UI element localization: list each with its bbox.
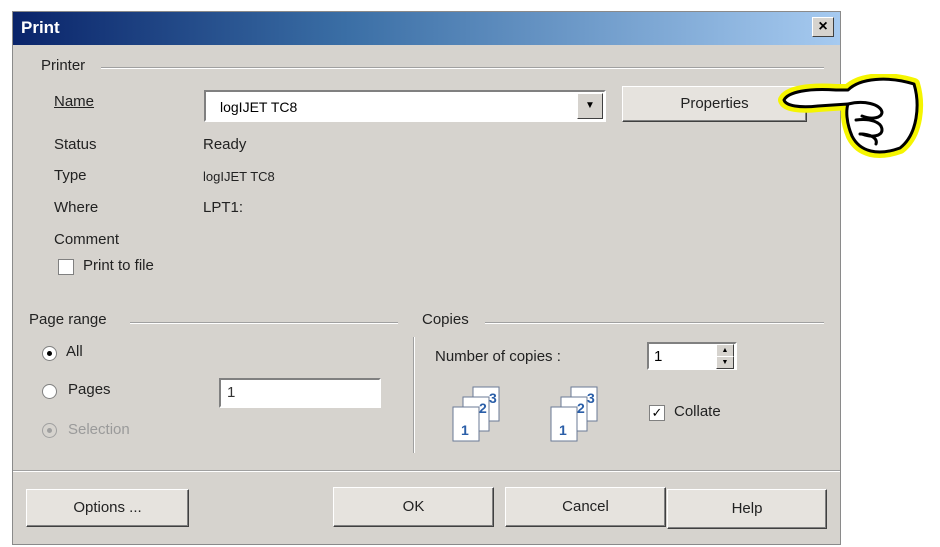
close-button[interactable]: × — [812, 17, 834, 37]
copies-stepper[interactable]: 1 ▲ ▼ — [647, 342, 737, 370]
page-range-group-divider — [130, 322, 398, 324]
comment-label: Comment — [54, 231, 120, 248]
cancel-button[interactable]: Cancel — [505, 487, 666, 527]
radio-selected-dot — [47, 351, 52, 356]
chevron-down-icon[interactable]: ▼ — [577, 93, 603, 119]
name-label: Name — [54, 93, 95, 110]
print-to-file-label: Print to file — [83, 257, 154, 274]
printer-name-select[interactable]: logIJET TC8 ▼ — [204, 90, 606, 122]
printer-group-label: Printer — [41, 57, 86, 74]
where-value: LPT1: — [203, 199, 244, 216]
page-digit-3: 3 — [587, 390, 595, 406]
copies-group-label: Copies — [422, 311, 469, 328]
selection-label: Selection — [68, 421, 130, 438]
radio-disabled-dot — [47, 428, 52, 433]
printer-group-divider — [101, 67, 824, 69]
pages-input-value: 1 — [227, 384, 236, 401]
copies-pages-icon: 3 2 1 — [452, 386, 500, 442]
number-of-copies-label: Number of copies : — [435, 348, 561, 365]
page-digit-2: 2 — [577, 400, 585, 416]
pages-radio[interactable] — [42, 384, 57, 399]
page-digit-1: 1 — [559, 422, 567, 438]
page-digit-3: 3 — [489, 390, 497, 406]
title-bar[interactable]: Print × — [13, 12, 840, 45]
status-label: Status — [54, 136, 97, 153]
page-digit-2: 2 — [479, 400, 487, 416]
decrement-icon[interactable]: ▼ — [716, 356, 734, 369]
pointing-hand-icon — [778, 74, 924, 158]
where-label: Where — [54, 199, 99, 216]
print-to-file-checkbox[interactable] — [58, 259, 74, 275]
copies-value: 1 — [654, 348, 663, 365]
help-button[interactable]: Help — [667, 489, 827, 529]
type-value: logIJET TC8 — [203, 169, 275, 184]
status-value: Ready — [203, 136, 247, 153]
ok-button[interactable]: OK — [333, 487, 494, 527]
pages-input[interactable]: 1 — [219, 378, 381, 408]
printer-name-value: logIJET TC8 — [220, 99, 298, 115]
copies-group-divider — [485, 322, 824, 324]
pages-label: Pages — [68, 381, 111, 398]
footer-divider — [13, 470, 840, 472]
section-separator — [413, 337, 415, 453]
page-range-group-label: Page range — [29, 311, 107, 328]
collate-pages-icon: 3 2 1 — [550, 386, 598, 442]
collate-label: Collate — [674, 403, 721, 420]
collate-checkbox[interactable]: ✓ — [649, 405, 665, 421]
all-label: All — [66, 343, 83, 360]
type-label: Type — [54, 167, 87, 184]
options-button[interactable]: Options ... — [26, 489, 189, 527]
dialog-title: Print — [21, 18, 60, 37]
print-dialog: Print × Printer Name logIJET TC8 ▼ Prope… — [12, 11, 841, 545]
all-radio[interactable] — [42, 346, 57, 361]
selection-radio — [42, 423, 57, 438]
page-digit-1: 1 — [461, 422, 469, 438]
